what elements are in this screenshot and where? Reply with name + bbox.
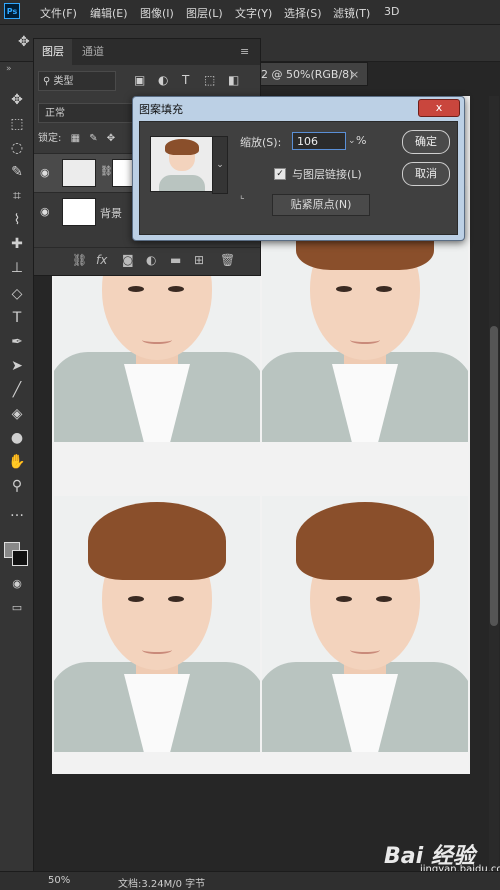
zoom-level[interactable]: 50% bbox=[48, 875, 70, 886]
chevron-down-icon[interactable]: ⌄ bbox=[348, 132, 356, 150]
tools-panel: » ✥ ⬚ ◌ ✎ ⌗ ⌇ ✚ ⊥ ◇ T ✒ ➤ ╱ ◈ ● ✋ ⚲ … ◉ … bbox=[0, 62, 34, 889]
fx-icon[interactable]: fx bbox=[96, 253, 107, 267]
scale-label: 缩放(S): bbox=[240, 136, 282, 149]
lock-position-icon[interactable]: ✥ bbox=[107, 133, 115, 144]
new-layer-icon[interactable]: ⊞ bbox=[194, 253, 204, 267]
path-select-icon[interactable]: ➤ bbox=[6, 356, 28, 376]
eraser-icon[interactable]: ◇ bbox=[6, 284, 28, 304]
menu-select[interactable]: 选择(S) bbox=[284, 5, 322, 21]
ok-button[interactable]: 确定 bbox=[402, 130, 450, 154]
photoshop-logo: Ps bbox=[4, 3, 20, 19]
vertical-scrollbar[interactable] bbox=[489, 96, 499, 871]
eyedropper-icon[interactable]: ⌇ bbox=[6, 210, 28, 230]
close-tab-icon[interactable]: × bbox=[350, 68, 359, 81]
move-icon[interactable]: ✥ bbox=[6, 90, 28, 110]
dialog-title: 图案填充 bbox=[139, 103, 183, 116]
quick-select-icon[interactable]: ✎ bbox=[6, 162, 28, 182]
menu-filter[interactable]: 滤镜(T) bbox=[333, 5, 370, 21]
menu-bar: Ps 文件(F) 编辑(E) 图像(I) 图层(L) 文字(Y) 选择(S) 滤… bbox=[0, 0, 500, 25]
close-button[interactable]: x bbox=[418, 99, 460, 117]
pen-icon[interactable]: ✒ bbox=[6, 332, 28, 352]
snap-to-origin-button[interactable]: 贴紧原点(N) bbox=[272, 194, 370, 216]
more-tools-icon[interactable]: … bbox=[6, 502, 28, 522]
link-with-layer-label: 与图层链接(L) bbox=[292, 168, 362, 181]
layer-name: 背景 bbox=[100, 207, 122, 220]
line-icon[interactable]: ╱ bbox=[6, 380, 28, 400]
layer-thumbnail bbox=[62, 159, 96, 187]
lock-pixels-icon[interactable]: ▦ bbox=[71, 133, 80, 144]
snap-origin-icon: ⌞ bbox=[240, 190, 245, 201]
collapse-icon[interactable]: » bbox=[6, 64, 12, 74]
new-group-icon[interactable]: ▬ bbox=[170, 253, 181, 267]
menu-image[interactable]: 图像(I) bbox=[140, 5, 174, 21]
type-filter-icon[interactable]: T bbox=[182, 73, 189, 87]
panel-menu-icon[interactable]: ≡ bbox=[240, 45, 249, 58]
dodge-icon[interactable]: ● bbox=[6, 428, 28, 448]
lock-label: 锁定: bbox=[38, 133, 62, 144]
link-icon[interactable]: ⛓ bbox=[100, 166, 113, 177]
dialog-body: ⌄ 缩放(S): 106 ⌄ % ✓ 与图层链接(L) ⌞ 贴紧原点(N) 确定… bbox=[139, 121, 458, 235]
marquee-icon[interactable]: ⬚ bbox=[6, 114, 28, 134]
layers-footer: ⛓ fx ◙ ◐ ▬ ⊞ 🗑 bbox=[34, 247, 260, 274]
document-info[interactable]: 文档:3.24M/0 字节 bbox=[118, 875, 205, 890]
link-with-layer-checkbox[interactable]: ✓ bbox=[274, 168, 286, 180]
tab-channels[interactable]: 通道 bbox=[74, 39, 112, 65]
menu-file[interactable]: 文件(F) bbox=[40, 5, 77, 21]
move-tool-icon[interactable]: ✥ bbox=[18, 34, 30, 50]
adjustment-filter-icon[interactable]: ◐ bbox=[158, 73, 168, 87]
smart-object-filter-icon[interactable]: ◧ bbox=[228, 73, 239, 87]
stamp-icon[interactable]: ⊥ bbox=[6, 258, 28, 278]
type-icon[interactable]: T bbox=[6, 308, 28, 328]
scroll-thumb[interactable] bbox=[490, 326, 498, 626]
quick-mask-icon[interactable]: ◉ bbox=[6, 574, 28, 594]
filter-type-select[interactable]: ⚲ 类型 bbox=[38, 71, 116, 91]
crop-icon[interactable]: ⌗ bbox=[6, 186, 28, 206]
menu-layer[interactable]: 图层(L) bbox=[186, 5, 223, 21]
portrait-photo bbox=[262, 496, 468, 752]
shape-filter-icon[interactable]: ⬚ bbox=[204, 73, 215, 87]
visibility-eye-icon[interactable]: ◉ bbox=[40, 166, 50, 179]
cancel-button[interactable]: 取消 bbox=[402, 162, 450, 186]
pattern-preview[interactable] bbox=[150, 136, 214, 192]
blend-mode-select[interactable]: 正常 bbox=[38, 103, 134, 123]
search-icon: ⚲ bbox=[43, 76, 54, 87]
link-layers-icon[interactable]: ⛓ bbox=[72, 253, 87, 267]
layer-filter-row: ⚲ 类型 ▣ ◐ T ⬚ ◧ bbox=[38, 71, 254, 93]
lock-row: 锁定: ▦ ✎ ✥ bbox=[38, 129, 115, 144]
pattern-fill-dialog: 图案填充 x ⌄ 缩放(S): 106 ⌄ % ✓ 与图层链接(L) ⌞ 贴紧原… bbox=[132, 96, 465, 241]
zoom-icon[interactable]: ⚲ bbox=[6, 476, 28, 496]
screen-mode-icon[interactable]: ▭ bbox=[6, 598, 28, 618]
adjustment-layer-icon[interactable]: ◐ bbox=[146, 253, 156, 267]
status-bar: 50% 文档:3.24M/0 字节 bbox=[0, 871, 500, 890]
tab-layers[interactable]: 图层 bbox=[34, 39, 72, 65]
add-mask-icon[interactable]: ◙ bbox=[122, 253, 134, 267]
visibility-eye-icon[interactable]: ◉ bbox=[40, 205, 50, 218]
image-filter-icon[interactable]: ▣ bbox=[134, 73, 145, 87]
lasso-icon[interactable]: ◌ bbox=[6, 138, 28, 158]
menu-3d[interactable]: 3D bbox=[384, 5, 399, 18]
scale-unit: % bbox=[356, 134, 367, 147]
background-color-swatch[interactable] bbox=[12, 550, 28, 566]
chevron-down-icon[interactable]: ⌄ bbox=[212, 136, 228, 194]
layer-thumbnail bbox=[62, 198, 96, 226]
lock-paint-icon[interactable]: ✎ bbox=[89, 133, 97, 144]
panel-tabs: 图层 通道 ≡ bbox=[34, 39, 260, 65]
paint-bucket-icon[interactable]: ◈ bbox=[6, 404, 28, 424]
scale-input[interactable]: 106 bbox=[292, 132, 346, 150]
hand-icon[interactable]: ✋ bbox=[6, 452, 28, 472]
trash-icon[interactable]: 🗑 bbox=[220, 253, 235, 267]
menu-edit[interactable]: 编辑(E) bbox=[90, 5, 128, 21]
portrait-photo bbox=[54, 496, 260, 752]
healing-icon[interactable]: ✚ bbox=[6, 234, 28, 254]
menu-type[interactable]: 文字(Y) bbox=[235, 5, 272, 21]
